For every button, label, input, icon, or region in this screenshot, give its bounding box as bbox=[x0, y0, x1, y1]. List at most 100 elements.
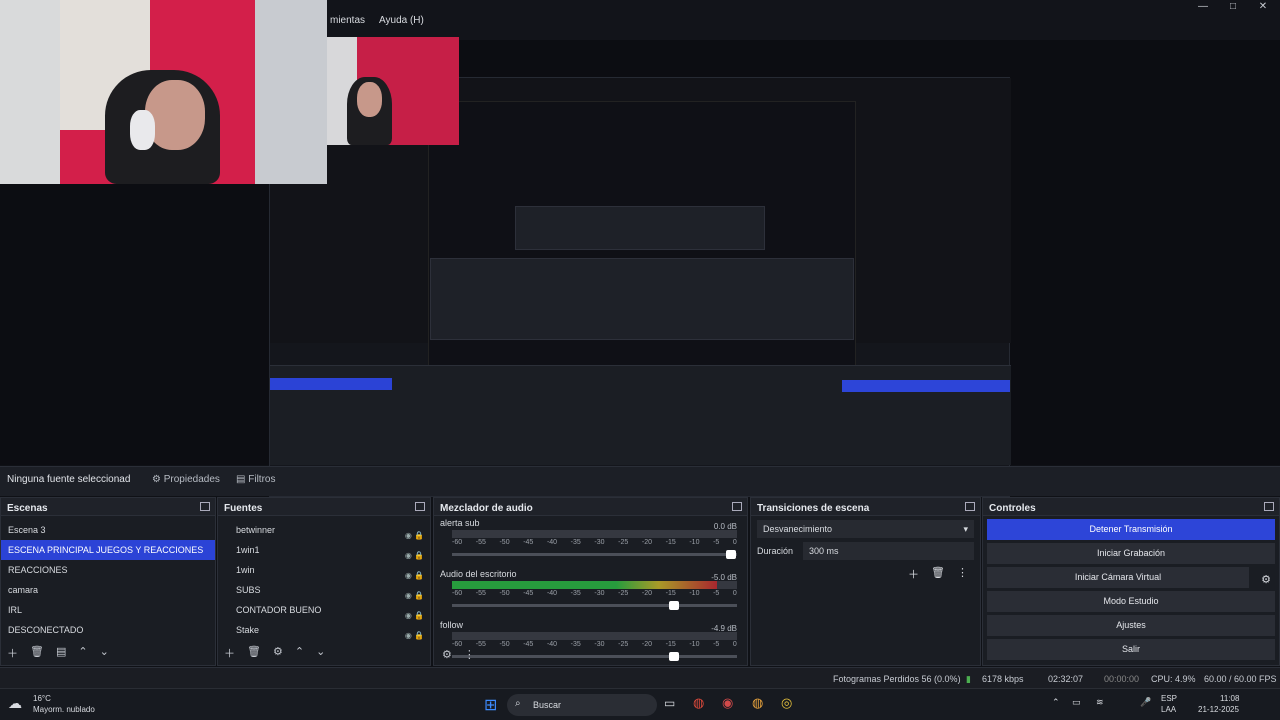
meter-tick-label: -30 bbox=[594, 641, 605, 648]
obs-icon[interactable]: ◉ bbox=[722, 695, 733, 711]
source-item[interactable]: betwinner ◉ 🔒 bbox=[218, 520, 430, 540]
scene-item[interactable]: camara bbox=[1, 580, 215, 600]
filter-icon[interactable]: ▤ bbox=[56, 645, 66, 661]
up-icon[interactable]: ⌃ bbox=[295, 645, 304, 661]
exit-button[interactable]: Salir bbox=[987, 639, 1275, 660]
chevron-up-icon[interactable]: ⌃ bbox=[1052, 697, 1060, 708]
menu-item-tools[interactable]: mientas bbox=[330, 15, 365, 26]
webcam-overlay bbox=[0, 0, 327, 184]
add-icon[interactable]: ＋ bbox=[7, 645, 18, 661]
meter-tick-label: -35 bbox=[570, 641, 581, 648]
transitions-header: Transiciones de escena bbox=[751, 498, 980, 516]
meter-tick-label: -45 bbox=[523, 590, 534, 597]
meter-tick-label: -40 bbox=[546, 641, 558, 648]
chrome-alt-icon[interactable]: ◍ bbox=[752, 695, 763, 711]
sources-panel: Fuentes betwinner ◉ 🔒 1win1 ◉ 🔒 1win ◉ 🔒 SU… bbox=[217, 497, 431, 666]
scene-item[interactable]: IRL bbox=[1, 600, 215, 620]
signal-icon: ▮ bbox=[966, 674, 971, 684]
meter-tick-label: -25 bbox=[618, 590, 629, 597]
trash-icon[interactable]: 🗑 bbox=[30, 645, 44, 661]
trash-icon[interactable]: 🗑 bbox=[247, 645, 261, 661]
meter-tick-label: -50 bbox=[499, 539, 510, 546]
chrome-icon[interactable]: ◍ bbox=[693, 695, 704, 711]
clock-date: 21-12-2025 bbox=[1198, 705, 1239, 714]
source-item[interactable]: CONTADOR BUENO ◉ 🔒 bbox=[218, 600, 430, 620]
source-item[interactable]: SUBS ◉ 🔒 bbox=[218, 580, 430, 600]
meter-tick-label: -25 bbox=[618, 641, 629, 648]
more-icon[interactable]: ⋮ bbox=[464, 648, 475, 661]
down-icon[interactable]: ⌄ bbox=[100, 645, 109, 661]
dock-icon[interactable] bbox=[415, 502, 425, 511]
volume-slider[interactable] bbox=[452, 550, 737, 559]
duration-label: Duración bbox=[757, 546, 794, 556]
filters-button[interactable]: ▤ Filtros bbox=[236, 474, 275, 485]
bitrate: 6178 kbps bbox=[982, 674, 1024, 684]
start-virtual-cam-button[interactable]: Iniciar Cámara Virtual bbox=[987, 567, 1249, 588]
status-bar: Fotogramas Perdidos 56 (0.0%) ▮ 6178 kbp… bbox=[0, 667, 1280, 688]
add-icon[interactable]: ＋ bbox=[908, 566, 919, 582]
clock-time: 11:08 bbox=[1220, 694, 1240, 703]
meter-ticks: -60 -55 -50 -45 -40 -35 -30 -25 -20 -15 -10 -5 0 bbox=[452, 539, 737, 549]
app-icon[interactable]: ◎ bbox=[781, 695, 792, 711]
dock-icon[interactable] bbox=[200, 502, 210, 511]
scenes-list: Escena 3 ESCENA PRINCIPAL JUEGOS Y REACC… bbox=[1, 516, 215, 644]
volume-meter bbox=[452, 632, 737, 640]
volume-slider[interactable] bbox=[452, 601, 737, 610]
meter-tick-label: -30 bbox=[594, 539, 605, 546]
slider-knob[interactable] bbox=[669, 601, 680, 610]
controls-header: Controles bbox=[983, 498, 1279, 516]
scene-item[interactable]: Escena 3 bbox=[1, 520, 215, 540]
scene-item[interactable]: REACCIONES bbox=[1, 560, 215, 580]
volume-slider[interactable] bbox=[452, 652, 737, 661]
fps: 60.00 / 60.00 FPS bbox=[1204, 674, 1277, 684]
properties-button[interactable]: ⚙ Propiedades bbox=[152, 474, 220, 485]
meter-tick-label: -35 bbox=[570, 590, 581, 597]
eye-lock-icon[interactable]: ◉ 🔒 bbox=[405, 626, 424, 646]
source-item[interactable]: 1win1 ◉ 🔒 bbox=[218, 540, 430, 560]
meter-tick-label: -15 bbox=[665, 641, 676, 648]
trash-icon[interactable]: 🗑 bbox=[931, 566, 945, 582]
add-icon[interactable]: ＋ bbox=[224, 645, 235, 661]
tray-icon[interactable]: ▭ bbox=[1072, 697, 1081, 708]
dock-icon[interactable] bbox=[965, 502, 975, 511]
source-item[interactable]: 1win ◉ 🔒 bbox=[218, 560, 430, 580]
mic-icon[interactable]: 🎤 bbox=[1140, 697, 1151, 708]
mixer-settings-icon[interactable]: ⚙ bbox=[442, 648, 452, 661]
dock-icon[interactable] bbox=[732, 502, 742, 511]
start-icon[interactable]: ⊞ bbox=[484, 695, 497, 715]
gear-icon[interactable]: ⚙ bbox=[1261, 573, 1271, 586]
minimize-icon[interactable]: — bbox=[1188, 0, 1218, 14]
maximize-icon[interactable]: □ bbox=[1218, 0, 1248, 14]
dock-icon[interactable] bbox=[1264, 502, 1274, 511]
volume-meter bbox=[452, 581, 737, 589]
gear-icon[interactable]: ⚙ bbox=[273, 645, 283, 661]
stop-stream-button[interactable]: Detener Transmisión bbox=[987, 519, 1275, 540]
source-item[interactable]: Stake ◉ 🔒 bbox=[218, 620, 430, 640]
duration-input[interactable]: 300 ms bbox=[803, 542, 974, 560]
more-icon[interactable]: ⋮ bbox=[957, 566, 968, 582]
scene-item-selected[interactable]: ESCENA PRINCIPAL JUEGOS Y REACCIONES bbox=[1, 540, 215, 560]
down-icon[interactable]: ⌄ bbox=[316, 645, 325, 661]
slider-knob[interactable] bbox=[726, 550, 737, 559]
close-icon[interactable]: ✕ bbox=[1248, 0, 1278, 14]
slider-knob[interactable] bbox=[669, 652, 680, 661]
stream-time: 02:32:07 bbox=[1048, 674, 1084, 684]
meter-tick-label: -5 bbox=[713, 539, 720, 546]
up-icon[interactable]: ⌃ bbox=[78, 645, 87, 661]
taskview-icon[interactable]: ▭ bbox=[664, 696, 675, 710]
menu-item-help[interactable]: Ayuda (H) bbox=[379, 15, 424, 26]
weather-temp: 16°C bbox=[33, 694, 51, 703]
meter-tick-label: -30 bbox=[594, 590, 605, 597]
transition-select[interactable]: Desvanecimiento ▾ bbox=[757, 520, 974, 538]
start-recording-button[interactable]: Iniciar Grabación bbox=[987, 543, 1275, 564]
properties-label: Propiedades bbox=[163, 474, 220, 485]
sources-header: Fuentes bbox=[218, 498, 430, 516]
scene-item[interactable]: DESCONECTADO bbox=[1, 620, 215, 640]
meter-tick-label: -60 bbox=[452, 539, 463, 546]
wifi-icon[interactable]: ≋ bbox=[1096, 697, 1104, 708]
studio-mode-button[interactable]: Modo Estudio bbox=[987, 591, 1275, 612]
search-box[interactable]: ⌕ Buscar bbox=[507, 694, 657, 716]
meter-tick-label: -50 bbox=[499, 590, 510, 597]
meter-tick-label: -5 bbox=[713, 590, 720, 597]
settings-button[interactable]: Ajustes bbox=[987, 615, 1275, 636]
